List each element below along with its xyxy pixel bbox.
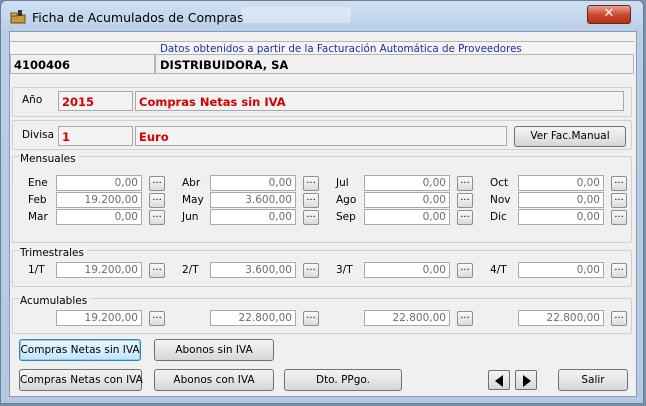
- early-payment-discount-button[interactable]: Dto. PPgo.: [284, 369, 402, 391]
- month-label-nov: Nov: [490, 194, 511, 206]
- detail-button-may[interactable]: ...: [303, 193, 319, 208]
- month-label-dec: Dic: [490, 211, 507, 223]
- quarter-label-4: 4/T: [490, 264, 507, 276]
- arrow-right-icon: [523, 375, 531, 387]
- detail-button-acc-4[interactable]: ...: [611, 311, 627, 326]
- view-manual-invoice-button[interactable]: Ver Fac.Manual: [514, 126, 626, 147]
- detail-button-q2[interactable]: ...: [303, 263, 319, 278]
- month-value-apr[interactable]: 0,00: [210, 175, 296, 191]
- supplier-name-box: DISTRIBUIDORA, SA: [155, 54, 634, 74]
- credits-no-vat-button[interactable]: Abonos sin IVA: [154, 339, 274, 361]
- main-window: Ficha de Acumulados de Compras ✕ Datos o…: [0, 0, 644, 404]
- info-banner: Datos obtenidos a partir de la Facturaci…: [10, 41, 634, 55]
- quarter-value-1[interactable]: 19.200,00: [56, 262, 142, 278]
- detail-button-mar[interactable]: ...: [149, 210, 165, 225]
- month-label-feb: Feb: [28, 194, 47, 206]
- detail-button-q4[interactable]: ...: [611, 263, 627, 278]
- year-label: Año: [22, 94, 43, 106]
- accumulated-value-4[interactable]: 22.800,00: [518, 310, 604, 326]
- credits-with-vat-button[interactable]: Abonos con IVA: [154, 369, 274, 391]
- currency-field[interactable]: 1: [58, 126, 133, 146]
- detail-button-q1[interactable]: ...: [149, 263, 165, 278]
- exit-button[interactable]: Salir: [558, 369, 628, 391]
- quarter-value-2[interactable]: 3.600,00: [210, 262, 296, 278]
- quarter-label-2: 2/T: [182, 264, 199, 276]
- previous-record-button[interactable]: [488, 370, 510, 390]
- month-label-apr: Abr: [182, 177, 201, 189]
- currency-label: Divisa: [22, 129, 55, 141]
- detail-button-jul[interactable]: ...: [457, 176, 473, 191]
- month-value-mar[interactable]: 0,00: [56, 209, 142, 225]
- currency-description-field[interactable]: Euro: [135, 126, 507, 146]
- quarter-label-3: 3/T: [336, 264, 353, 276]
- detail-button-acc-2[interactable]: ...: [303, 311, 319, 326]
- detail-button-feb[interactable]: ...: [149, 193, 165, 208]
- month-label-oct: Oct: [490, 177, 509, 189]
- month-label-aug: Ago: [336, 194, 357, 206]
- year-description-field[interactable]: Compras Netas sin IVA: [135, 91, 624, 111]
- detail-button-jun[interactable]: ...: [303, 210, 319, 225]
- detail-button-dec[interactable]: ...: [611, 210, 627, 225]
- window-title: Ficha de Acumulados de Compras: [32, 10, 244, 25]
- detail-button-nov[interactable]: ...: [611, 193, 627, 208]
- accumulated-value-3[interactable]: 22.800,00: [364, 310, 450, 326]
- month-label-jan: Ene: [28, 177, 48, 189]
- month-value-jan[interactable]: 0,00: [56, 175, 142, 191]
- month-value-feb[interactable]: 19.200,00: [56, 192, 142, 208]
- net-purchases-with-vat-button[interactable]: Compras Netas con IVA: [19, 369, 143, 391]
- next-record-button[interactable]: [515, 370, 537, 390]
- folder-hand-icon: [10, 10, 26, 24]
- month-value-nov[interactable]: 0,00: [518, 192, 604, 208]
- month-value-aug[interactable]: 0,00: [364, 192, 450, 208]
- month-label-sep: Sep: [336, 211, 356, 223]
- month-value-dec[interactable]: 0,00: [518, 209, 604, 225]
- detail-button-oct[interactable]: ...: [611, 176, 627, 191]
- background-tab: [241, 7, 351, 23]
- month-label-may: May: [182, 194, 204, 206]
- form-body: Datos obtenidos a partir de la Facturaci…: [9, 31, 637, 397]
- detail-button-apr[interactable]: ...: [303, 176, 319, 191]
- arrow-left-icon: [495, 375, 503, 387]
- detail-button-q3[interactable]: ...: [457, 263, 473, 278]
- quarter-value-4[interactable]: 0,00: [518, 262, 604, 278]
- year-field[interactable]: 2015: [58, 91, 133, 111]
- month-value-sep[interactable]: 0,00: [364, 209, 450, 225]
- quarter-label-1: 1/T: [28, 264, 45, 276]
- accumulated-value-2[interactable]: 22.800,00: [210, 310, 296, 326]
- month-label-jun: Jun: [182, 211, 199, 223]
- detail-button-acc-1[interactable]: ...: [149, 311, 165, 326]
- quarterly-title: Trimestrales: [20, 247, 87, 259]
- monthly-title: Mensuales: [20, 153, 79, 165]
- detail-button-acc-3[interactable]: ...: [457, 311, 473, 326]
- supplier-name: DISTRIBUIDORA, SA: [160, 58, 289, 72]
- detail-button-aug[interactable]: ...: [457, 193, 473, 208]
- month-value-may[interactable]: 3.600,00: [210, 192, 296, 208]
- close-button[interactable]: ✕: [587, 5, 631, 24]
- month-label-jul: Jul: [336, 177, 349, 189]
- month-value-oct[interactable]: 0,00: [518, 175, 604, 191]
- quarter-value-3[interactable]: 0,00: [364, 262, 450, 278]
- month-label-mar: Mar: [28, 211, 48, 223]
- accumulated-title: Acumulables: [20, 295, 91, 307]
- month-value-jul[interactable]: 0,00: [364, 175, 450, 191]
- title-bar[interactable]: Ficha de Acumulados de Compras ✕: [1, 1, 643, 31]
- supplier-code: 4100406: [14, 58, 71, 72]
- month-value-jun[interactable]: 0,00: [210, 209, 296, 225]
- net-purchases-no-vat-button[interactable]: Compras Netas sin IVA: [19, 339, 141, 361]
- detail-button-jan[interactable]: ...: [149, 176, 165, 191]
- detail-button-sep[interactable]: ...: [457, 210, 473, 225]
- accumulated-value-1[interactable]: 19.200,00: [56, 310, 142, 326]
- supplier-code-box: 4100406: [10, 54, 155, 74]
